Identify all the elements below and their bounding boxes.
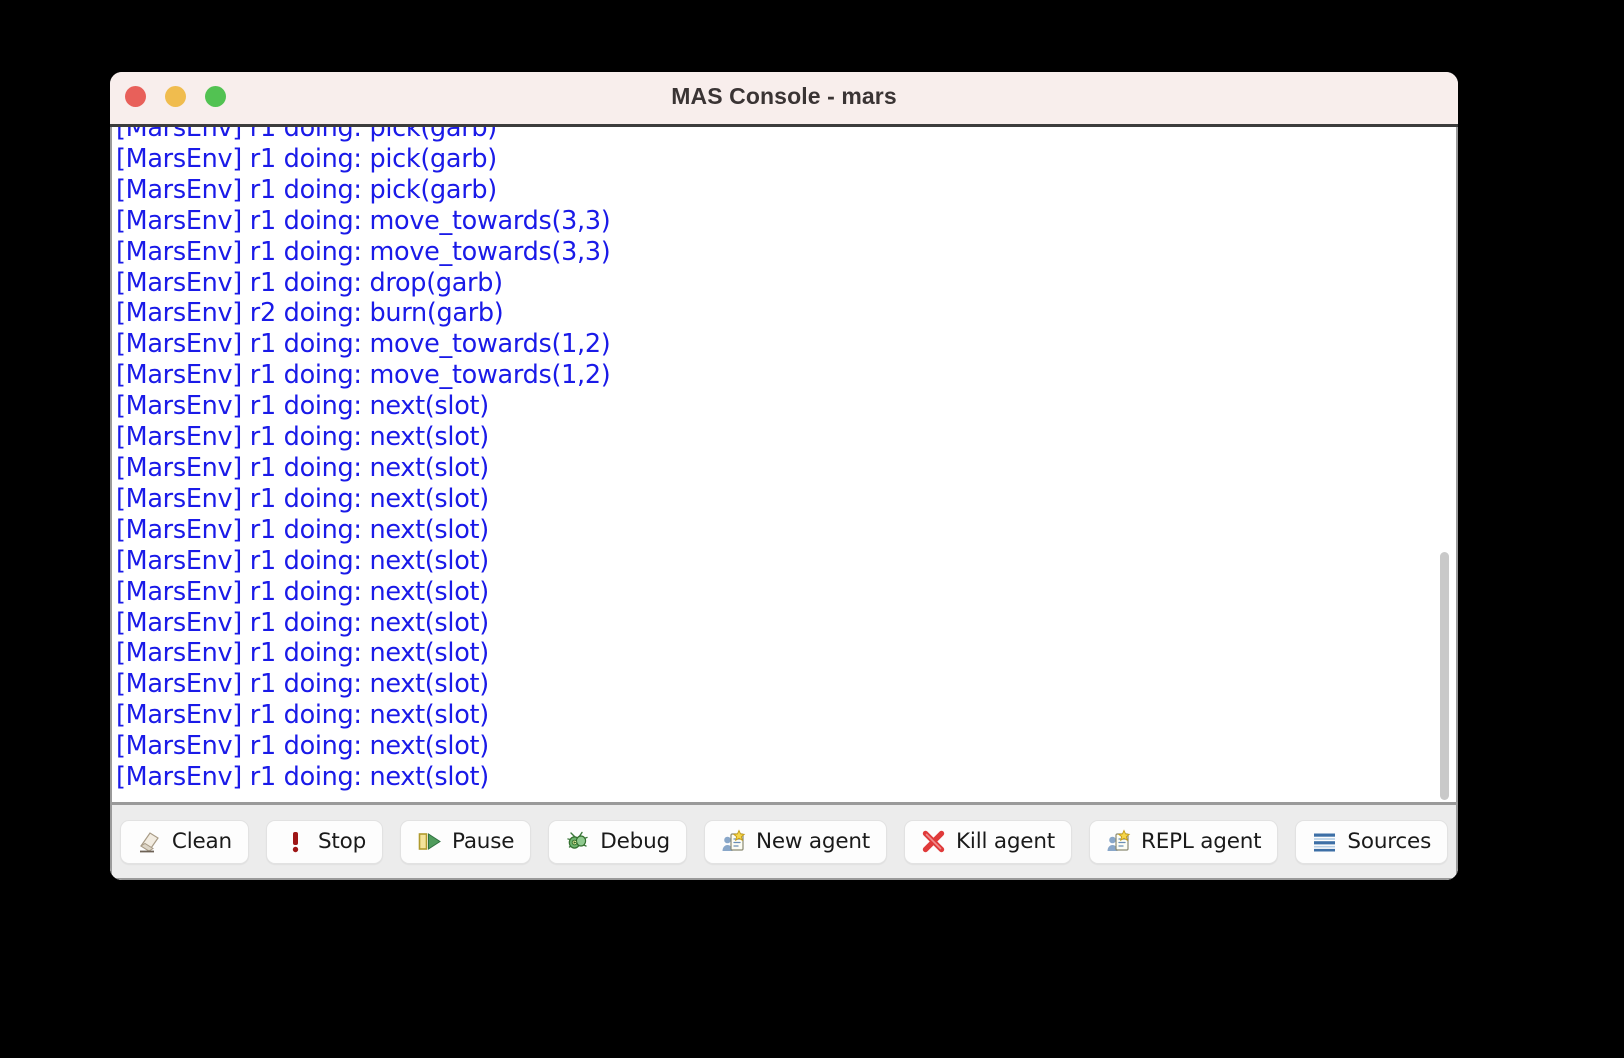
- console-scrollbar[interactable]: [1436, 127, 1452, 802]
- mas-console-window: MAS Console - mars [MarsEnv] r1 doing: p…: [110, 72, 1458, 880]
- close-window-button[interactable]: [125, 86, 146, 107]
- traffic-light-group: [125, 72, 226, 121]
- log-line: [MarsEnv] r1 doing: next(slot): [116, 422, 489, 453]
- log-line: [MarsEnv] r1 doing: next(slot): [116, 762, 489, 793]
- log-line: [MarsEnv] r1 doing: next(slot): [116, 638, 489, 669]
- log-line: [MarsEnv] r1 doing: next(slot): [116, 391, 489, 422]
- log-line: [MarsEnv] r1 doing: next(slot): [116, 576, 489, 607]
- bug-icon: [565, 829, 590, 854]
- log-line: [MarsEnv] r1 doing: move_towards(1,2): [116, 360, 611, 391]
- log-line: [MarsEnv] r2 doing: burn(garb): [116, 298, 504, 329]
- toolbar-button-label: Stop: [317, 829, 367, 854]
- sources-lines-icon: [1312, 829, 1337, 854]
- log-line: [MarsEnv] r1 doing: next(slot): [116, 483, 489, 514]
- toolbar-button-label: Debug: [600, 829, 670, 854]
- new-agent-icon: [721, 829, 746, 854]
- toolbar-button-label: REPL agent: [1141, 829, 1262, 854]
- log-line: [MarsEnv] r1 doing: move_towards(3,3): [116, 205, 611, 236]
- log-line: [MarsEnv] r1 doing: next(slot): [116, 545, 489, 576]
- new-agent-button[interactable]: New agent: [703, 819, 888, 864]
- minimize-window-button[interactable]: [165, 86, 186, 107]
- maximize-window-button[interactable]: [205, 86, 226, 107]
- log-line: [MarsEnv] r1 doing: next(slot): [116, 452, 489, 483]
- eraser-icon: [137, 829, 162, 854]
- log-line: [MarsEnv] r1 doing: next(slot): [116, 700, 489, 731]
- red-x-icon: [921, 829, 946, 854]
- log-line: [MarsEnv] r1 doing: move_towards(1,2): [116, 329, 611, 360]
- pause-play-icon: [417, 829, 442, 854]
- stop-button[interactable]: Stop: [265, 819, 384, 864]
- log-line: [MarsEnv] r1 doing: next(slot): [116, 607, 489, 638]
- log-line: [MarsEnv] r1 doing: drop(garb): [116, 267, 503, 298]
- log-line: [MarsEnv] r1 doing: next(slot): [116, 514, 489, 545]
- log-line-list: [MarsEnv] r1 doing: pick(garb) [MarsEnv] …: [112, 127, 1456, 793]
- repl-agent-icon: [1106, 829, 1131, 854]
- debug-button[interactable]: Debug: [548, 819, 687, 864]
- toolbar-button-label: Kill agent: [956, 829, 1055, 854]
- console-scrollbar-thumb[interactable]: [1440, 552, 1449, 800]
- sources-button[interactable]: Sources: [1295, 819, 1449, 864]
- log-line: [MarsEnv] r1 doing: next(slot): [116, 669, 489, 700]
- toolbar-button-label: Pause: [452, 829, 515, 854]
- log-line: [MarsEnv] r1 doing: pick(garb): [116, 143, 497, 174]
- toolbar-button-label: Clean: [171, 829, 232, 854]
- kill-agent-button[interactable]: Kill agent: [904, 819, 1072, 864]
- log-line: [MarsEnv] r1 doing: move_towards(3,3): [116, 236, 611, 267]
- pause-button[interactable]: Pause: [400, 819, 532, 864]
- toolbar-button-label: Sources: [1347, 829, 1432, 854]
- log-line: [MarsEnv] r1 doing: pick(garb): [116, 174, 497, 205]
- log-line: [MarsEnv] r1 doing: pick(garb): [116, 127, 497, 143]
- repl-agent-button[interactable]: REPL agent: [1089, 819, 1279, 864]
- stop-exclamation-icon: [283, 829, 308, 854]
- console-toolbar: Clean Stop Pause Debug New agent Kill agent RE…: [110, 802, 1458, 880]
- clean-button[interactable]: Clean: [119, 819, 249, 864]
- log-line: [MarsEnv] r1 doing: next(slot): [116, 731, 489, 762]
- console-output-area[interactable]: [MarsEnv] r1 doing: pick(garb) [MarsEnv] …: [110, 127, 1458, 802]
- title-bar: MAS Console - mars: [110, 72, 1458, 127]
- window-title: MAS Console - mars: [671, 83, 897, 109]
- toolbar-button-label: New agent: [755, 829, 871, 854]
